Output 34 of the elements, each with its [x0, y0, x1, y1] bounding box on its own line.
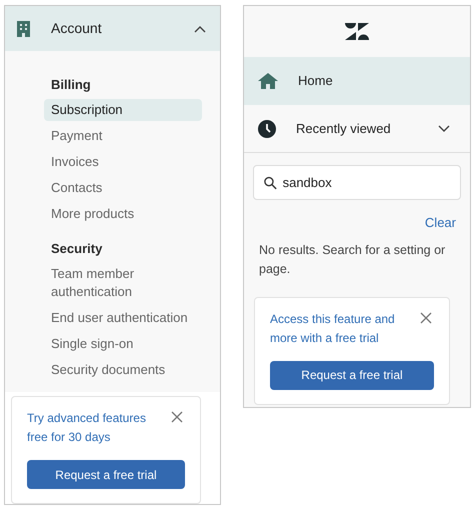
building-icon	[17, 20, 30, 36]
search-icon	[264, 176, 277, 190]
account-label: Account	[51, 19, 103, 38]
clear-link[interactable]: Clear	[424, 213, 456, 232]
menu-item[interactable]: Team member authentication	[44, 263, 202, 303]
menu-item[interactable]: Payment	[44, 125, 202, 147]
home-icon	[258, 73, 278, 89]
nav-item[interactable]: Recently viewed	[244, 105, 470, 153]
section-heading: Security	[50, 240, 104, 258]
menu-item[interactable]: More products	[44, 203, 202, 225]
account-header[interactable]: Account	[5, 6, 220, 51]
chevron-down-icon	[438, 124, 450, 132]
nav-label: Recently viewed	[296, 120, 392, 138]
menu-item[interactable]: Contacts	[44, 177, 202, 199]
section-heading: Billing	[50, 76, 92, 94]
search-input[interactable]: sandbox	[282, 172, 450, 192]
menu-item[interactable]: Invoices	[44, 151, 202, 173]
clock-icon	[258, 120, 276, 138]
menu-item[interactable]: End user authentication	[44, 307, 202, 329]
no-results-message: No results. Search for a setting or page.	[258, 242, 446, 278]
nav-label: Home	[298, 72, 334, 90]
close-button[interactable]	[169, 409, 185, 425]
menu-item[interactable]: Security documents	[44, 359, 202, 381]
request-trial-button[interactable]: Request a free trial	[270, 360, 434, 390]
chevron-up-icon	[194, 24, 206, 32]
close-button[interactable]	[418, 310, 434, 326]
menu-item[interactable]: Subscription	[44, 99, 202, 121]
nav-item[interactable]: Home	[244, 57, 470, 105]
promo-title: Access this feature and more with a free trial	[270, 310, 396, 346]
request-trial-button[interactable]: Request a free trial	[27, 460, 185, 489]
promo-title: Try advanced features free for 30 days	[27, 410, 147, 446]
search-field[interactable]: sandbox	[253, 165, 461, 200]
menu-item[interactable]: Single sign-on	[44, 333, 202, 355]
logo-icon	[345, 23, 369, 40]
